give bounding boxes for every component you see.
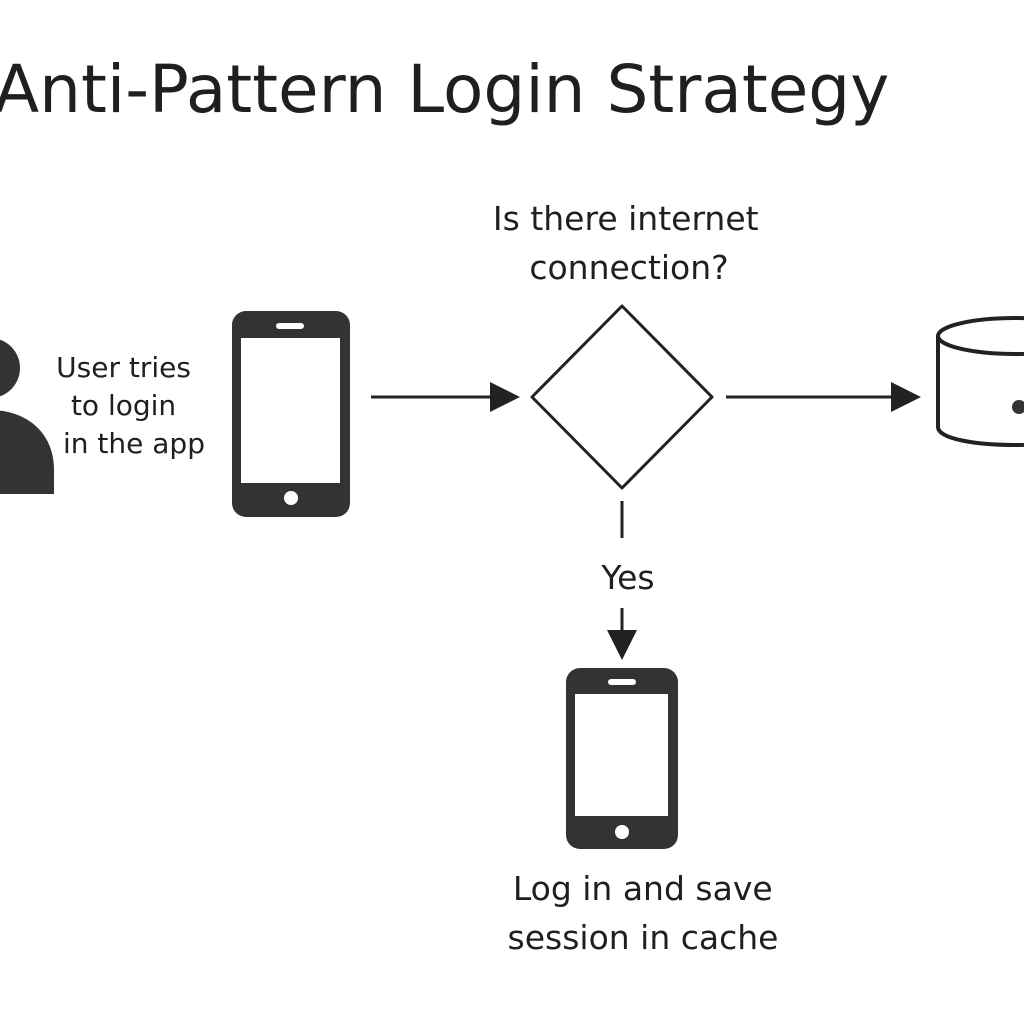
decision-diamond xyxy=(530,304,714,490)
save-session-label-line-1: Log in and save xyxy=(513,869,773,908)
save-session-label-line-2: session in cache xyxy=(508,918,779,957)
user-icon xyxy=(0,339,54,494)
user-label-line-3: in the app xyxy=(63,427,205,460)
user-label-line-1: User tries xyxy=(56,351,191,384)
smartphone-icon xyxy=(566,668,678,849)
user-label: User tries to login in the app xyxy=(56,351,205,460)
yes-label: Yes xyxy=(600,558,654,597)
database-icon xyxy=(936,316,1024,447)
user-label-line-2: to login xyxy=(71,389,176,422)
diagram-title: Anti-Pattern Login Strategy xyxy=(0,51,889,128)
flow-diagram: Anti-Pattern Login Strategy User tries t… xyxy=(0,51,1024,957)
decision-question: Is there internet connection? xyxy=(493,199,769,287)
decision-question-line-1: Is there internet xyxy=(493,199,759,238)
save-session-label: Log in and save session in cache xyxy=(508,869,784,957)
diagram-canvas: Anti-Pattern Login Strategy User tries t… xyxy=(0,0,1024,1024)
smartphone-icon xyxy=(232,311,350,517)
decision-question-line-2: connection? xyxy=(529,248,728,287)
